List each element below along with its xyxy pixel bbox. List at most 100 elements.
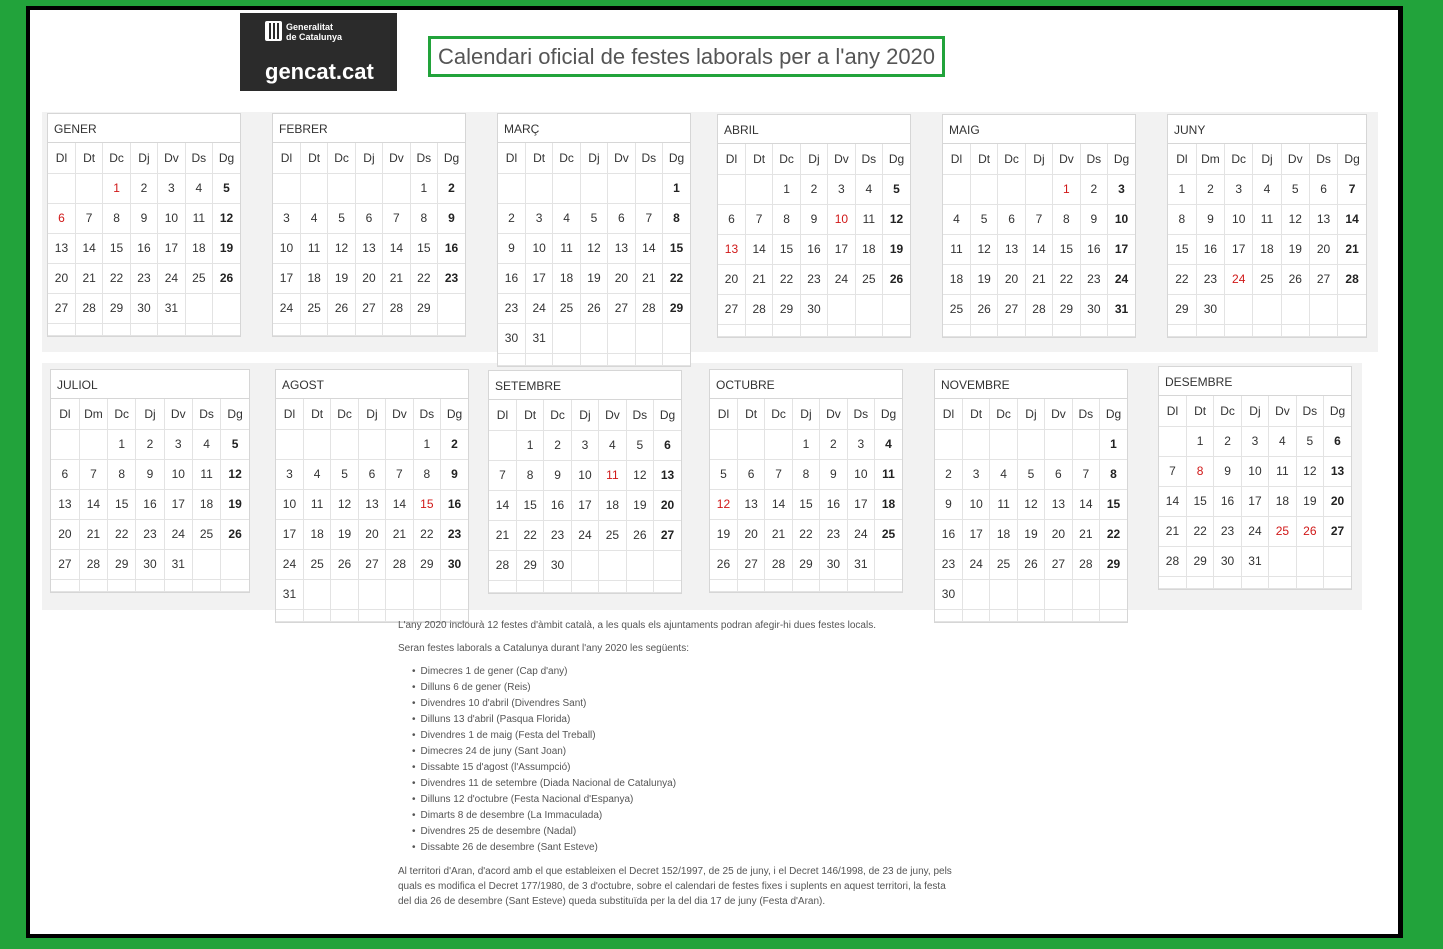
- day-cell[interactable]: 29: [1099, 548, 1127, 580]
- day-cell[interactable]: 7: [1337, 173, 1366, 205]
- day-cell[interactable]: 3: [1240, 425, 1270, 457]
- day-cell[interactable]: 23: [498, 292, 526, 324]
- day-cell[interactable]: 19: [1016, 518, 1046, 550]
- day-cell[interactable]: 27: [354, 292, 384, 324]
- day-cell[interactable]: 18: [989, 518, 1018, 550]
- day-cell[interactable]: 23: [543, 519, 572, 551]
- day-cell[interactable]: 6: [607, 202, 636, 234]
- day-cell[interactable]: 16: [935, 518, 963, 550]
- day-cell[interactable]: 12: [330, 488, 359, 520]
- day-cell[interactable]: 22: [1168, 263, 1197, 295]
- day-cell[interactable]: 14: [764, 488, 793, 520]
- day-cell[interactable]: 4: [191, 428, 222, 460]
- day-cell[interactable]: 12: [625, 459, 655, 491]
- day-cell[interactable]: 13: [997, 233, 1026, 265]
- day-cell[interactable]: 30: [935, 578, 963, 610]
- day-cell[interactable]: 23: [1195, 263, 1226, 295]
- day-cell[interactable]: 12: [969, 233, 999, 265]
- day-cell[interactable]: 24: [1224, 263, 1254, 295]
- day-cell[interactable]: 1: [1099, 428, 1127, 460]
- day-cell[interactable]: 14: [1071, 488, 1101, 520]
- day-cell[interactable]: 12: [212, 202, 240, 234]
- day-cell[interactable]: 27: [48, 292, 76, 324]
- day-cell[interactable]: 13: [48, 232, 76, 264]
- day-cell[interactable]: 2: [1079, 173, 1109, 205]
- day-cell[interactable]: 6: [1323, 425, 1351, 457]
- day-cell[interactable]: 4: [184, 172, 214, 204]
- day-cell[interactable]: 22: [1185, 515, 1215, 547]
- day-cell[interactable]: 21: [634, 262, 664, 294]
- day-cell[interactable]: 5: [969, 203, 999, 235]
- day-cell[interactable]: 3: [157, 172, 186, 204]
- day-cell[interactable]: 4: [874, 428, 902, 460]
- day-cell[interactable]: 29: [662, 292, 690, 324]
- day-cell[interactable]: 11: [1268, 455, 1297, 487]
- day-cell[interactable]: 31: [276, 578, 304, 610]
- day-cell[interactable]: 15: [1052, 233, 1081, 265]
- day-cell[interactable]: 21: [1159, 515, 1187, 547]
- day-cell[interactable]: 25: [184, 262, 214, 294]
- day-cell[interactable]: 2: [799, 173, 829, 205]
- day-cell[interactable]: 23: [437, 262, 465, 294]
- day-cell[interactable]: 17: [524, 262, 554, 294]
- day-cell[interactable]: 29: [791, 548, 821, 580]
- day-cell[interactable]: 2: [129, 172, 159, 204]
- day-cell[interactable]: 14: [489, 489, 517, 521]
- day-cell[interactable]: 15: [515, 489, 545, 521]
- day-cell[interactable]: 15: [409, 232, 439, 264]
- day-cell[interactable]: 18: [943, 263, 971, 295]
- day-cell[interactable]: 21: [74, 262, 104, 294]
- day-cell[interactable]: 13: [51, 488, 80, 520]
- day-cell[interactable]: 18: [184, 232, 214, 264]
- day-cell[interactable]: 19: [710, 518, 738, 550]
- day-cell[interactable]: 20: [1044, 518, 1073, 550]
- day-cell[interactable]: 13: [1323, 455, 1351, 487]
- day-cell[interactable]: 17: [276, 518, 304, 550]
- day-cell[interactable]: 31: [524, 322, 554, 354]
- day-cell[interactable]: 10: [276, 488, 304, 520]
- day-cell[interactable]: 21: [764, 518, 793, 550]
- day-cell[interactable]: 16: [1213, 485, 1242, 517]
- day-cell[interactable]: 2: [935, 458, 963, 490]
- day-cell[interactable]: 16: [1195, 233, 1226, 265]
- day-cell[interactable]: 22: [662, 262, 690, 294]
- day-cell[interactable]: 11: [184, 202, 214, 234]
- day-cell[interactable]: 7: [744, 203, 774, 235]
- day-cell[interactable]: 23: [799, 263, 829, 295]
- day-cell[interactable]: 12: [710, 488, 738, 520]
- day-cell[interactable]: 25: [943, 293, 971, 325]
- day-cell[interactable]: 22: [791, 518, 821, 550]
- day-cell[interactable]: 3: [163, 428, 193, 460]
- day-cell[interactable]: 10: [827, 203, 856, 235]
- day-cell[interactable]: 8: [791, 458, 821, 490]
- day-cell[interactable]: 3: [276, 458, 304, 490]
- day-cell[interactable]: 25: [1252, 263, 1282, 295]
- day-cell[interactable]: 28: [1071, 548, 1101, 580]
- day-cell[interactable]: 20: [718, 263, 746, 295]
- day-cell[interactable]: 11: [874, 458, 902, 490]
- day-cell[interactable]: 23: [935, 548, 963, 580]
- day-cell[interactable]: 1: [515, 429, 545, 461]
- day-cell[interactable]: 16: [543, 489, 572, 521]
- day-cell[interactable]: 5: [579, 202, 609, 234]
- day-cell[interactable]: 26: [882, 263, 910, 295]
- day-cell[interactable]: 1: [107, 428, 137, 460]
- day-cell[interactable]: 24: [1107, 263, 1135, 295]
- day-cell[interactable]: 21: [744, 263, 774, 295]
- day-cell[interactable]: 8: [102, 202, 131, 234]
- day-cell[interactable]: 24: [1240, 515, 1270, 547]
- day-cell[interactable]: 10: [961, 488, 991, 520]
- day-cell[interactable]: 31: [163, 548, 193, 580]
- day-cell[interactable]: 24: [157, 262, 186, 294]
- day-cell[interactable]: 23: [1213, 515, 1242, 547]
- day-cell[interactable]: 9: [437, 202, 465, 234]
- day-cell[interactable]: 14: [78, 488, 109, 520]
- day-cell[interactable]: 28: [744, 293, 774, 325]
- day-cell[interactable]: 27: [51, 548, 80, 580]
- day-cell[interactable]: 7: [74, 202, 104, 234]
- day-cell[interactable]: 9: [543, 459, 572, 491]
- day-cell[interactable]: 10: [1240, 455, 1270, 487]
- day-cell[interactable]: 20: [653, 489, 681, 521]
- day-cell[interactable]: 16: [799, 233, 829, 265]
- day-cell[interactable]: 1: [1052, 173, 1081, 205]
